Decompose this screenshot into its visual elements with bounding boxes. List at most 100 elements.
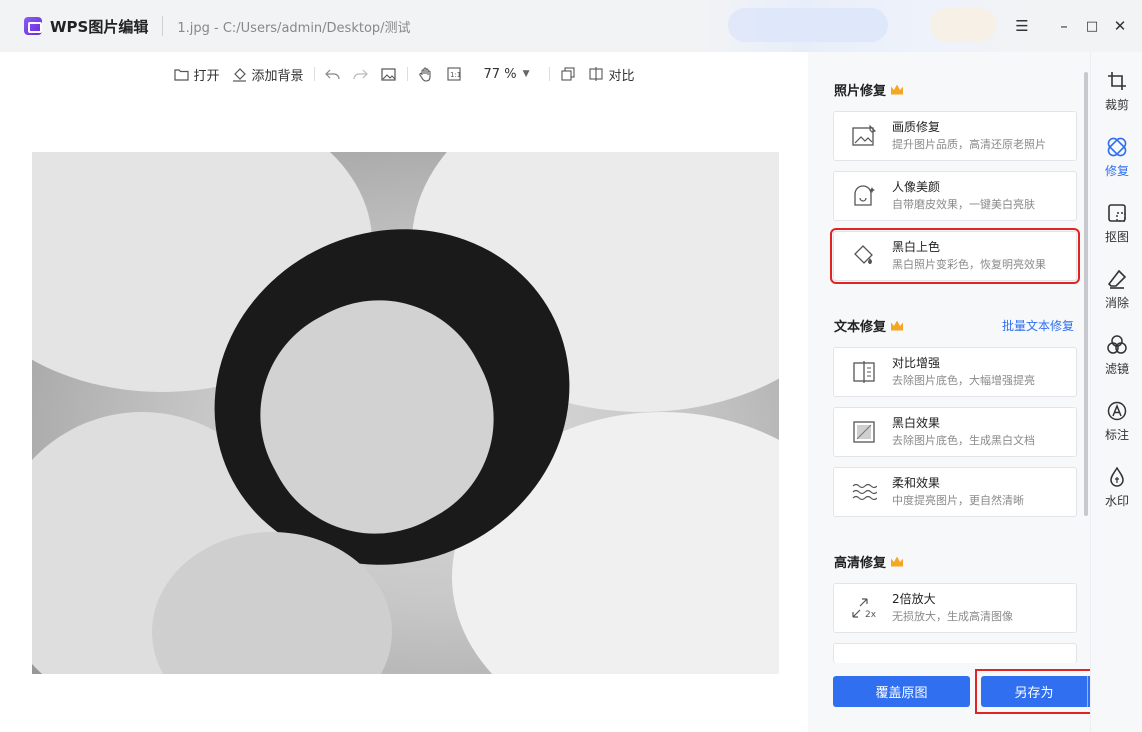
overwrite-original-button[interactable]: 覆盖原图 [833,676,970,707]
upscale-2x-icon: 2x [850,594,878,622]
card-description: 无损放大，生成高清图像 [892,610,1013,623]
compare-button[interactable]: 对比 [588,65,635,84]
zoom-value: 77 % [483,66,517,82]
rail-item-cutout[interactable]: 抠图 [1091,202,1142,245]
add-background-button[interactable]: 添加背景 [232,65,304,84]
image-quality-icon [850,122,878,150]
soft-effect-icon [850,478,878,506]
close-button[interactable]: ✕ [1106,12,1134,40]
filter-icon [1106,334,1128,356]
window-controls: ☰ – □ ✕ [1008,0,1142,52]
save-as-label: 另存为 [1014,686,1054,701]
black-white-photo[interactable] [32,152,779,674]
cutout-icon [1106,202,1128,224]
section-title-photo-repair: 照片修复 [834,80,904,99]
title-bar-banner [700,0,1030,52]
section-title-label: 照片修复 [834,84,887,99]
image-icon [381,66,397,82]
rail-item-repair[interactable]: 修复 [1091,136,1142,179]
crop-icon [1106,70,1128,92]
repair-panel: 照片修复 画质修复 提升图片品质，高清还原老照片 人像美颜 自带磨皮效果，一键美… [808,52,1122,732]
image-button[interactable] [381,66,397,82]
section-title-label: 文本修复 [834,320,887,335]
maximize-button[interactable]: □ [1078,12,1106,40]
copy-button[interactable] [560,66,576,82]
svg-text:1:1: 1:1 [450,71,461,79]
tool-card-image-quality[interactable]: 画质修复 提升图片品质，高清还原老照片 [833,111,1077,161]
compare-icon [588,66,604,82]
chevron-down-icon: ▼ [522,69,530,79]
section-title-hd-repair: 高清修复 [834,552,904,571]
rail-item-watermark[interactable]: 水印 [1091,466,1142,509]
app-window: WPS图片编辑 1.jpg - C:/Users/admin/Desktop/测… [0,0,1142,732]
app-name: WPS图片编辑 [50,17,149,36]
rail-label: 消除 [1104,296,1129,310]
card-title: 对比增强 [892,356,941,370]
crown-icon [891,320,904,331]
actual-size-icon: 1:1 [446,66,462,82]
toolbar-divider [549,67,551,81]
tool-card-partial[interactable] [833,643,1077,663]
annotate-icon [1106,400,1128,422]
copy-icon [560,66,576,82]
title-divider [162,16,164,36]
portrait-beauty-icon [850,182,878,210]
paint-bucket-icon [232,66,248,82]
card-title: 2倍放大 [892,592,936,606]
rail-item-crop[interactable]: 裁剪 [1091,70,1142,113]
crown-icon [891,84,904,95]
card-description: 去除图片底色，生成黑白文档 [892,434,1035,447]
bw-effect-icon [850,418,878,446]
tool-card-soft-effect[interactable]: 柔和效果 中度提亮图片，更自然清晰 [833,467,1077,517]
tool-card-portrait-beauty[interactable]: 人像美颜 自带磨皮效果，一键美白亮肤 [833,171,1077,221]
colorize-icon [850,242,878,270]
app-logo-icon [24,17,42,35]
crown-icon [891,556,904,567]
file-path: 1.jpg - C:/Users/admin/Desktop/测试 [177,20,411,36]
rail-item-filter[interactable]: 滤镜 [1091,334,1142,377]
tool-card-colorize[interactable]: 黑白上色 黑白照片变彩色，恢复明亮效果 [830,228,1080,284]
card-title: 黑白上色 [892,240,941,254]
toolbar-divider [406,67,408,81]
compare-label: 对比 [608,68,635,84]
tool-card-contrast-enhance[interactable]: 对比增强 去除图片底色，大幅增强提亮 [833,347,1077,397]
card-description: 中度提亮图片，更自然清晰 [892,494,1024,507]
section-title-text-repair: 文本修复 [834,316,904,335]
card-title: 黑白效果 [892,416,941,430]
rail-item-eraser[interactable]: 消除 [1091,268,1142,311]
rail-label: 修复 [1104,164,1129,178]
open-label: 打开 [193,68,220,84]
batch-text-repair-link[interactable]: 批量文本修复 [1002,317,1074,334]
card-title: 画质修复 [892,120,941,134]
add-background-label: 添加背景 [251,68,304,84]
svg-text:2x: 2x [865,610,877,620]
title-bar: WPS图片编辑 1.jpg - C:/Users/admin/Desktop/测… [0,0,1142,52]
open-button[interactable]: 打开 [174,65,220,84]
tool-card-bw-effect[interactable]: 黑白效果 去除图片底色，生成黑白文档 [833,407,1077,457]
menu-icon[interactable]: ☰ [1008,12,1036,40]
repair-icon [1106,136,1128,158]
minimize-button[interactable]: – [1050,12,1078,40]
redo-button[interactable] [353,66,369,82]
card-title: 人像美颜 [892,180,941,194]
card-description: 去除图片底色，大幅增强提亮 [892,374,1035,387]
actual-size-button[interactable]: 1:1 [446,66,462,82]
rail-item-annotate[interactable]: 标注 [1091,400,1142,443]
zoom-dropdown[interactable]: 77 % ▼ [474,67,530,82]
tool-card-upscale-2x[interactable]: 2x 2倍放大 无损放大，生成高清图像 [833,583,1077,633]
rail-label: 水印 [1104,494,1129,508]
watermark-icon [1106,466,1128,488]
undo-button[interactable] [325,66,341,82]
blurred-banner-pill [930,8,996,42]
card-title: 柔和效果 [892,476,941,490]
card-description: 自带磨皮效果，一键美白亮肤 [892,198,1035,211]
redo-icon [353,66,369,82]
tool-rail: 裁剪 修复 抠图 消除 滤镜 标注 水印 [1090,52,1142,732]
hand-tool-button[interactable] [418,66,434,82]
image-canvas[interactable] [0,96,808,732]
folder-icon [174,66,190,82]
hand-icon [418,66,434,82]
rail-label: 标注 [1104,428,1129,442]
blurred-banner-pill [728,8,888,42]
panel-scrollbar[interactable] [1084,72,1088,516]
